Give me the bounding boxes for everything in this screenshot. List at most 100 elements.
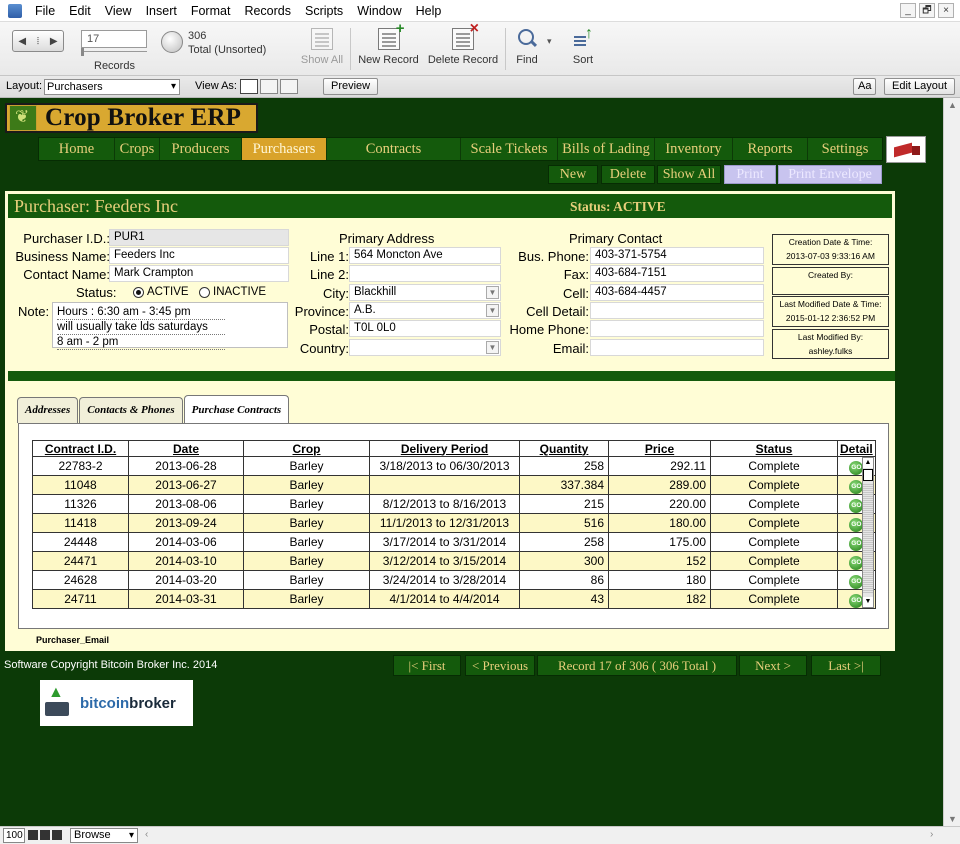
next-record-button[interactable]: Next >: [739, 655, 807, 676]
nav-crops[interactable]: Crops: [115, 138, 160, 160]
col-delivery-period[interactable]: Delivery Period: [369, 440, 520, 457]
cell-crop[interactable]: Barley: [243, 456, 370, 476]
home-phone-field[interactable]: [590, 320, 764, 337]
cell-quantity[interactable]: 258: [519, 456, 609, 476]
previous-record-button[interactable]: < Previous: [465, 655, 535, 676]
cell-date[interactable]: 2013-06-28: [128, 456, 244, 476]
cell-status[interactable]: Complete: [710, 475, 838, 495]
nav-scale-tickets[interactable]: Scale Tickets: [461, 138, 558, 160]
cell-delivery-period[interactable]: 3/17/2014 to 3/31/2014: [369, 532, 520, 552]
preview-button[interactable]: Preview: [323, 78, 379, 95]
tab-addresses[interactable]: Addresses: [17, 397, 79, 423]
delete-button[interactable]: Delete: [601, 165, 655, 184]
cell-field[interactable]: 403-684-4457: [590, 284, 764, 301]
cell-date[interactable]: 2013-06-27: [128, 475, 244, 495]
cell-date[interactable]: 2014-03-06: [128, 532, 244, 552]
cell-quantity[interactable]: 337.384: [519, 475, 609, 495]
cell-delivery-period[interactable]: 3/12/2014 to 3/15/2014: [369, 551, 520, 571]
contact-name-field[interactable]: Mark Crampton: [109, 265, 289, 282]
chevron-down-icon[interactable]: ▼: [486, 286, 499, 299]
new-button[interactable]: New: [548, 165, 598, 184]
col-crop[interactable]: Crop: [243, 440, 370, 457]
cell-price[interactable]: 175.00: [608, 532, 711, 552]
chevron-down-icon[interactable]: ▼: [486, 341, 499, 354]
cell-contract-id[interactable]: 11418: [32, 513, 129, 533]
cell-crop[interactable]: Barley: [243, 551, 370, 571]
fax-field[interactable]: 403-684-7151: [590, 265, 764, 282]
cell-date[interactable]: 2013-08-06: [128, 494, 244, 514]
layout-select[interactable]: Purchasers: [44, 79, 180, 95]
scroll-down-icon[interactable]: ▼: [863, 597, 873, 607]
format-bar-button[interactable]: Aa: [853, 78, 877, 95]
record-book-control[interactable]: ◀ ⦙ ▶: [12, 30, 64, 52]
nav-contracts[interactable]: Contracts: [327, 138, 461, 160]
cell-price[interactable]: 180: [608, 570, 711, 590]
status-inactive-radio[interactable]: INACTIVE: [199, 286, 266, 298]
cell-delivery-period[interactable]: 3/24/2014 to 3/28/2014: [369, 570, 520, 590]
cell-crop[interactable]: Barley: [243, 475, 370, 495]
cell-date[interactable]: 2013-09-24: [128, 513, 244, 533]
table-view-icon[interactable]: [280, 79, 298, 94]
cell-date[interactable]: 2014-03-10: [128, 551, 244, 571]
nav-inventory[interactable]: Inventory: [655, 138, 733, 160]
cell-delivery-period[interactable]: 8/12/2013 to 8/16/2013: [369, 494, 520, 514]
sort-button[interactable]: Sort: [568, 25, 598, 66]
toggle-toolbar-icon[interactable]: [52, 830, 62, 840]
window-vertical-scrollbar[interactable]: ▲ ▼: [943, 98, 960, 826]
show-all-button[interactable]: Show All: [300, 28, 344, 66]
cell-quantity[interactable]: 516: [519, 513, 609, 533]
menu-file[interactable]: File: [28, 0, 62, 22]
cell-delivery-period[interactable]: 4/1/2014 to 4/4/2014: [369, 589, 520, 609]
note-field[interactable]: Hours : 6:30 am - 3:45 pm will usually t…: [52, 302, 288, 350]
nav-home[interactable]: Home: [39, 138, 115, 160]
col-date[interactable]: Date: [128, 440, 244, 457]
close-button[interactable]: ×: [938, 3, 954, 18]
menu-view[interactable]: View: [98, 0, 139, 22]
cell-contract-id[interactable]: 22783-2: [32, 456, 129, 476]
cell-status[interactable]: Complete: [710, 551, 838, 571]
line2-field[interactable]: [349, 265, 501, 282]
cell-crop[interactable]: Barley: [243, 513, 370, 533]
nav-bills-of-lading[interactable]: Bills of Lading: [558, 138, 655, 160]
cell-crop[interactable]: Barley: [243, 589, 370, 609]
cell-contract-id[interactable]: 24448: [32, 532, 129, 552]
cell-delivery-period[interactable]: [369, 475, 520, 495]
cell-quantity[interactable]: 258: [519, 532, 609, 552]
email-field[interactable]: [590, 339, 764, 356]
cell-quantity[interactable]: 43: [519, 589, 609, 609]
cell-status[interactable]: Complete: [710, 570, 838, 590]
scroll-up-icon[interactable]: ▲: [863, 458, 873, 468]
scroll-thumb[interactable]: [863, 469, 873, 481]
menu-edit[interactable]: Edit: [62, 0, 98, 22]
cell-status[interactable]: Complete: [710, 513, 838, 533]
cell-date[interactable]: 2014-03-20: [128, 570, 244, 590]
cell-crop[interactable]: Barley: [243, 570, 370, 590]
menu-window[interactable]: Window: [350, 0, 408, 22]
tab-purchase-contracts[interactable]: Purchase Contracts: [183, 395, 290, 423]
col-price[interactable]: Price: [608, 440, 711, 457]
scroll-right-icon[interactable]: ›: [930, 829, 933, 840]
chevron-down-icon[interactable]: ▼: [486, 304, 499, 317]
cell-crop[interactable]: Barley: [243, 532, 370, 552]
menu-scripts[interactable]: Scripts: [298, 0, 350, 22]
scroll-up-icon[interactable]: ▲: [948, 100, 957, 110]
menu-format[interactable]: Format: [184, 0, 238, 22]
menu-help[interactable]: Help: [409, 0, 449, 22]
cell-contract-id[interactable]: 24471: [32, 551, 129, 571]
cell-contract-id[interactable]: 24711: [32, 589, 129, 609]
col-contract-id[interactable]: Contract I.D.: [32, 440, 129, 457]
form-view-icon[interactable]: [240, 79, 258, 94]
nav-settings[interactable]: Settings: [808, 138, 882, 160]
cell-price[interactable]: 182: [608, 589, 711, 609]
city-field[interactable]: Blackhill ▼: [349, 284, 501, 301]
cell-detail-field[interactable]: [590, 302, 764, 319]
cell-price[interactable]: 289.00: [608, 475, 711, 495]
zoom-in-icon[interactable]: [40, 830, 50, 840]
find-dropdown-icon[interactable]: ▾: [547, 36, 552, 47]
cell-crop[interactable]: Barley: [243, 494, 370, 514]
cell-date[interactable]: 2014-03-31: [128, 589, 244, 609]
new-record-button[interactable]: New Record: [357, 20, 420, 66]
print-button[interactable]: Print: [724, 165, 776, 184]
cell-status[interactable]: Complete: [710, 494, 838, 514]
cell-status[interactable]: Complete: [710, 589, 838, 609]
